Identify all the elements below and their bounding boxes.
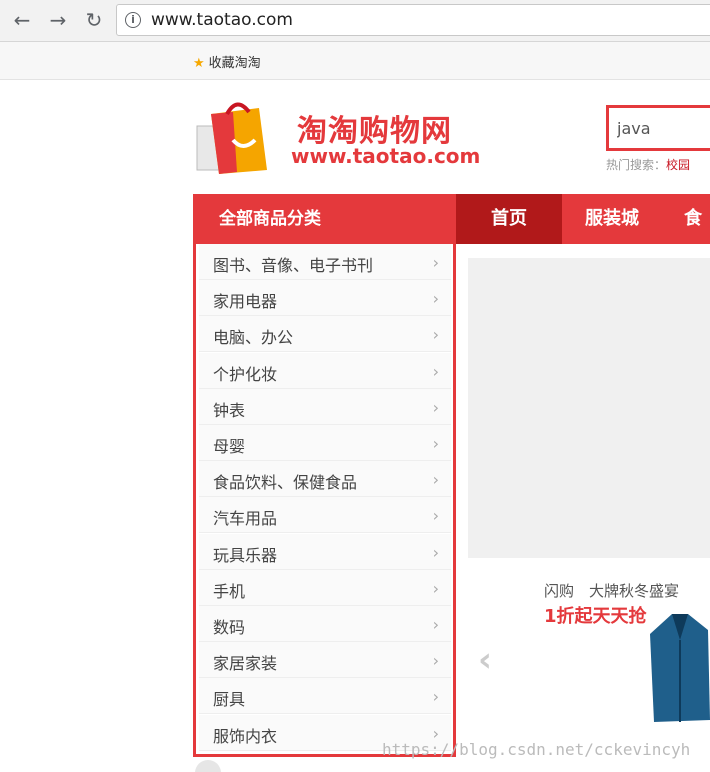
bookmark-item[interactable]: ★ 收藏淘淘 xyxy=(193,52,261,71)
category-item[interactable]: 手机 › xyxy=(199,569,451,606)
category-label: 数码 xyxy=(213,618,246,637)
category-label: 家居家装 xyxy=(213,654,278,674)
reload-icon[interactable]: ↻ xyxy=(82,8,106,32)
category-item[interactable]: 图书、音像、电子书刊 › xyxy=(199,244,451,280)
main-nav: 首页 服装城 食 xyxy=(456,194,710,244)
jacket-image xyxy=(650,614,710,722)
watermark: https://blog.csdn.net/cckevincyh xyxy=(382,740,691,759)
chevron-right-icon: › xyxy=(432,615,439,634)
chevron-right-icon: › xyxy=(432,542,439,562)
category-item[interactable]: 电脑、办公 › xyxy=(199,316,451,353)
chevron-right-icon: › xyxy=(432,253,439,272)
nav-home[interactable]: 首页 xyxy=(456,194,562,244)
url-text: www.taotao.com xyxy=(151,10,293,30)
promo-line2: 1折起天天抢 xyxy=(544,606,647,627)
category-item[interactable]: 母婴 › xyxy=(199,425,451,461)
chevron-right-icon: › xyxy=(432,397,439,417)
category-item[interactable]: 家用电器 › xyxy=(199,280,451,317)
all-categories-header[interactable]: 全部商品分类 xyxy=(193,194,456,244)
info-icon[interactable]: i xyxy=(125,12,141,28)
category-item[interactable]: 个护化妆 › xyxy=(199,352,451,389)
category-label: 电脑、办公 xyxy=(213,328,294,348)
category-item[interactable]: 厨具 › xyxy=(199,678,451,715)
address-bar[interactable]: i www.taotao.com xyxy=(116,4,710,36)
category-item[interactable]: 汽车用品 › xyxy=(199,497,451,534)
shopping-bag-icon xyxy=(196,102,267,174)
chevron-right-icon: › xyxy=(432,325,439,345)
category-item[interactable]: 钟表 › xyxy=(199,388,451,425)
back-arrow-icon[interactable]: ← xyxy=(10,8,34,32)
bookmarks-bar: ★ 收藏淘淘 xyxy=(0,42,710,80)
star-icon: ★ xyxy=(193,56,205,71)
category-label: 玩具乐器 xyxy=(213,545,278,565)
hot-search-link[interactable]: 校园 xyxy=(666,158,690,172)
category-label: 汽车用品 xyxy=(213,509,278,529)
category-item[interactable]: 食品饮料、保健食品 › xyxy=(199,461,451,498)
category-label: 食品饮料、保健食品 xyxy=(213,473,358,493)
hot-search: 热门搜索：校园 xyxy=(606,156,690,173)
chevron-right-icon: › xyxy=(432,434,439,453)
category-label: 个护化妆 xyxy=(213,364,278,384)
chevron-right-icon: › xyxy=(432,651,439,671)
category-item[interactable]: 玩具乐器 › xyxy=(199,533,451,570)
search-input[interactable] xyxy=(609,108,710,148)
category-list: 图书、音像、电子书刊 › 家用电器 › 电脑、办公 › 个护化妆 › 钟表 › 母婴 › 食品饮料、保健… xyxy=(193,244,456,757)
category-label: 手机 xyxy=(213,581,246,601)
nav-food[interactable]: 食 xyxy=(684,194,710,244)
category-label: 钟表 xyxy=(213,400,246,420)
category-item[interactable]: 家居家装 › xyxy=(199,642,451,679)
forward-arrow-icon[interactable]: → xyxy=(46,8,70,32)
chevron-right-icon: › xyxy=(432,361,439,381)
logo-url: www.taotao.com xyxy=(291,144,481,168)
category-label: 家用电器 xyxy=(213,292,278,312)
nav-clothing[interactable]: 服装城 xyxy=(562,194,662,244)
chevron-right-icon: › xyxy=(432,289,439,309)
site-logo[interactable]: 淘淘购物网 www.taotao.com xyxy=(193,98,523,180)
promo-line1: 闪购 大牌秋冬盛宴 xyxy=(544,582,680,600)
chevron-right-icon: › xyxy=(432,578,439,598)
chevron-right-icon: › xyxy=(432,470,439,490)
category-label: 母婴 xyxy=(213,437,246,456)
category-item[interactable]: 数码 › xyxy=(199,606,451,642)
browser-toolbar: ← → ↻ i www.taotao.com xyxy=(0,0,710,42)
category-label: 图书、音像、电子书刊 xyxy=(213,256,374,275)
category-label: 服饰内衣 xyxy=(213,726,278,746)
bookmark-label: 收藏淘淘 xyxy=(208,56,261,71)
hot-search-label: 热门搜索： xyxy=(606,158,667,172)
search-box[interactable] xyxy=(606,105,710,151)
category-label: 厨具 xyxy=(213,690,246,710)
prev-slide-icon[interactable]: ‹ xyxy=(478,640,492,680)
chevron-right-icon: › xyxy=(432,506,439,526)
footer-icon xyxy=(195,760,221,772)
chevron-right-icon: › xyxy=(432,687,439,707)
